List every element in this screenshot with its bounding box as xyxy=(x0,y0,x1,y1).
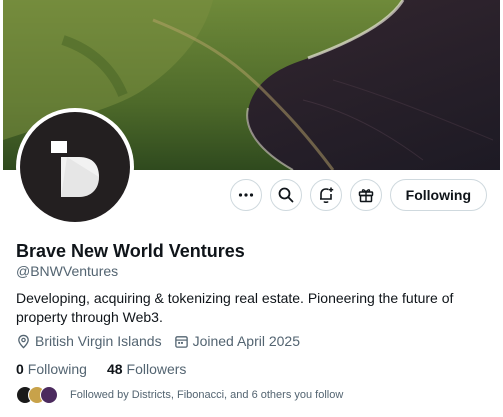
profile-actions: Following xyxy=(229,179,487,211)
calendar-icon xyxy=(174,335,188,348)
location-item: British Virgin Islands xyxy=(16,333,162,349)
profile-handle: @BNWVentures xyxy=(16,263,119,279)
brand-logo-icon xyxy=(51,141,99,197)
mini-avatar xyxy=(40,386,58,404)
location-text: British Virgin Islands xyxy=(35,333,162,349)
followers-label: Followers xyxy=(126,361,187,377)
subscribe-button[interactable] xyxy=(349,179,382,211)
more-button[interactable] xyxy=(229,179,262,211)
avatar-image xyxy=(20,112,130,222)
profile-display-name: Brave New World Ventures xyxy=(16,241,245,261)
bell-plus-icon xyxy=(319,187,333,203)
search-button[interactable] xyxy=(269,179,302,211)
gift-icon xyxy=(358,189,373,203)
followers-link[interactable]: 48 Followers xyxy=(107,361,186,377)
profile-bio: Developing, acquiring & tokenizing real … xyxy=(16,290,454,325)
profile-meta: British Virgin Islands Joined April 2025 xyxy=(16,333,300,349)
following-label: Following xyxy=(27,361,87,377)
location-pin-icon xyxy=(18,334,29,348)
followed-by-row[interactable]: Followed by Districts, Fibonacci, and 6 … xyxy=(16,386,343,404)
more-horizontal-icon xyxy=(238,193,253,197)
following-button[interactable]: Following xyxy=(389,179,487,211)
followers-count: 48 xyxy=(106,361,123,377)
notifications-button[interactable] xyxy=(309,179,342,211)
profile-avatar[interactable] xyxy=(16,108,134,226)
following-link[interactable]: 0 Following xyxy=(16,361,87,377)
joined-text: Joined April 2025 xyxy=(192,333,300,349)
followed-by-text: Followed by Districts, Fibonacci, and 6 … xyxy=(70,389,344,401)
joined-item: Joined April 2025 xyxy=(174,333,300,349)
followed-by-avatars xyxy=(16,386,58,404)
follow-counts: 0 Following 48 Followers xyxy=(16,361,186,377)
search-icon xyxy=(278,187,294,203)
following-count: 0 xyxy=(16,361,24,377)
